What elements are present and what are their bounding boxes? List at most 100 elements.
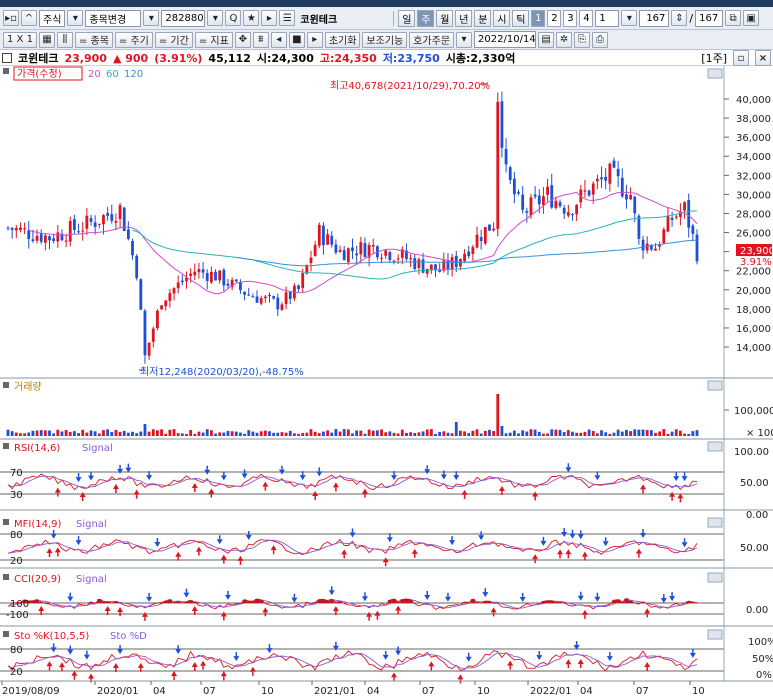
date-input[interactable]: 2022/10/14 bbox=[474, 31, 537, 48]
cci-overbought-fill bbox=[620, 601, 625, 603]
cci-overbought-fill bbox=[188, 600, 193, 603]
volume-bar bbox=[612, 432, 616, 436]
candle-body bbox=[500, 101, 504, 148]
volume-bar bbox=[479, 433, 483, 436]
period-tab-day[interactable]: 일 bbox=[398, 9, 416, 27]
period-tab-tick[interactable]: 틱 bbox=[512, 9, 530, 27]
panel-toggle-icon[interactable]: ▸▫ bbox=[3, 10, 19, 26]
volume-bar bbox=[546, 433, 549, 436]
candle-body bbox=[575, 204, 579, 215]
volume-bar bbox=[39, 430, 43, 436]
split-icon[interactable]: ⫼ bbox=[56, 31, 73, 48]
move-icon[interactable]: ✥ bbox=[234, 31, 251, 48]
calendar-icon[interactable]: ▤ bbox=[538, 31, 555, 48]
period-tab-year[interactable]: 년 bbox=[455, 9, 473, 27]
interval-3[interactable]: 3 bbox=[563, 9, 578, 27]
interval-4[interactable]: 4 bbox=[579, 9, 594, 27]
chevron-down-icon[interactable]: ▾ bbox=[456, 31, 473, 48]
play-back-icon[interactable]: ◂ bbox=[270, 31, 287, 48]
reset-button[interactable]: 초기화 bbox=[324, 31, 361, 48]
panel-handle-icon[interactable] bbox=[3, 519, 9, 525]
period-tab-hour[interactable]: 시 bbox=[493, 9, 511, 27]
new-window-icon[interactable]: ⧉ bbox=[725, 10, 742, 26]
ratio-button[interactable]: 1 X 1 bbox=[3, 31, 37, 48]
panel-maximize-icon[interactable] bbox=[707, 572, 723, 583]
market-select[interactable]: 주식 bbox=[39, 9, 66, 27]
price-tick-label: 40,000 bbox=[736, 95, 771, 106]
candle-body bbox=[346, 248, 350, 263]
panel-handle-icon[interactable] bbox=[3, 68, 9, 74]
candle-body bbox=[23, 228, 27, 230]
interval-2[interactable]: 2 bbox=[547, 9, 562, 27]
chevron-down-icon[interactable]: ▾ bbox=[67, 10, 84, 26]
period-tab-minute[interactable]: 분 bbox=[474, 9, 492, 27]
panel-handle-icon[interactable] bbox=[3, 574, 9, 580]
indicator-button[interactable]: = 지표 bbox=[194, 31, 233, 48]
candle-body bbox=[463, 253, 466, 262]
order-button[interactable]: 호가주문 bbox=[409, 31, 455, 48]
panel-maximize-icon[interactable] bbox=[707, 629, 723, 640]
settings-icon[interactable]: ✲ bbox=[556, 31, 573, 48]
stock-code-input[interactable]: 282880 bbox=[161, 9, 206, 27]
play-icon[interactable]: ▸ bbox=[306, 31, 323, 48]
pattern-icon[interactable]: ⩩ bbox=[252, 31, 269, 48]
panel-maximize-icon[interactable] bbox=[707, 380, 723, 391]
stop-icon[interactable]: ■ bbox=[288, 31, 305, 48]
volume-bar bbox=[367, 429, 371, 436]
checkbox[interactable] bbox=[2, 53, 12, 63]
aux-button[interactable]: 보조기능 bbox=[362, 31, 408, 48]
minimize-icon[interactable]: ▫ bbox=[733, 50, 749, 66]
star-icon[interactable]: ★ bbox=[243, 10, 260, 26]
volume-bar bbox=[168, 429, 172, 436]
cci-overbought-fill bbox=[400, 599, 405, 603]
cci-overbought-fill bbox=[474, 602, 480, 603]
cci-overbought-fill bbox=[113, 601, 118, 603]
ma120-legend: 120 bbox=[124, 69, 143, 80]
list-icon[interactable]: ☰ bbox=[279, 10, 296, 26]
candle-body bbox=[43, 235, 47, 243]
close-icon[interactable]: × bbox=[755, 50, 771, 66]
candle-body bbox=[39, 233, 43, 242]
candle-body bbox=[351, 247, 354, 252]
spinner-icon[interactable]: ⇕ bbox=[671, 10, 688, 26]
period-tab-week[interactable]: 주 bbox=[417, 9, 435, 27]
period-button[interactable]: = 주기 bbox=[114, 31, 153, 48]
arrow-right-icon[interactable]: ▸ bbox=[261, 10, 278, 26]
volume-bar bbox=[517, 433, 520, 436]
save-icon[interactable]: ▣ bbox=[743, 10, 760, 26]
stock-change-select[interactable]: 종목변경 bbox=[85, 9, 142, 27]
export-icon[interactable]: ⎘ bbox=[574, 31, 591, 48]
collapse-icon[interactable]: ^ bbox=[21, 10, 37, 26]
volume-bar bbox=[346, 429, 350, 436]
panel-handle-icon[interactable] bbox=[3, 443, 9, 449]
panel-maximize-icon[interactable] bbox=[707, 68, 723, 79]
count-input[interactable]: 167 bbox=[639, 9, 670, 27]
period-tab-month[interactable]: 월 bbox=[436, 9, 454, 27]
candle-body bbox=[450, 257, 454, 270]
grid-icon[interactable]: ▦ bbox=[38, 31, 55, 48]
candle-body bbox=[583, 190, 587, 192]
chart-area[interactable]: 가격(수정) 20 60 120 최고40,678(2021/10/29),70… bbox=[0, 66, 773, 697]
chevron-down-icon[interactable]: ▾ bbox=[621, 10, 638, 26]
range-button[interactable]: = 기간 bbox=[154, 31, 193, 48]
search-icon[interactable]: Q bbox=[225, 10, 242, 26]
panel-maximize-icon[interactable] bbox=[707, 441, 723, 452]
volume-bar bbox=[31, 430, 35, 436]
volume-unit: × 100 bbox=[746, 428, 773, 439]
volume-bar bbox=[658, 431, 662, 436]
volume-bar bbox=[10, 431, 14, 436]
panel-handle-icon[interactable] bbox=[3, 382, 9, 388]
candle-body bbox=[48, 236, 51, 241]
interval-1[interactable]: 1 bbox=[531, 9, 546, 27]
x-tick-label: 10 bbox=[692, 686, 705, 697]
chevron-down-icon[interactable]: ▾ bbox=[207, 10, 224, 26]
volume-bar bbox=[247, 430, 251, 436]
print-icon[interactable]: ⎙ bbox=[592, 31, 609, 48]
item-button[interactable]: = 종목 bbox=[74, 31, 113, 48]
panel-maximize-icon[interactable] bbox=[707, 517, 723, 528]
candle-body bbox=[633, 196, 637, 214]
chevron-down-icon[interactable]: ▾ bbox=[143, 10, 160, 26]
volume-ytick: 100,000 bbox=[734, 406, 773, 417]
interval-input[interactable]: 1 bbox=[595, 9, 620, 27]
panel-handle-icon[interactable] bbox=[3, 631, 9, 637]
